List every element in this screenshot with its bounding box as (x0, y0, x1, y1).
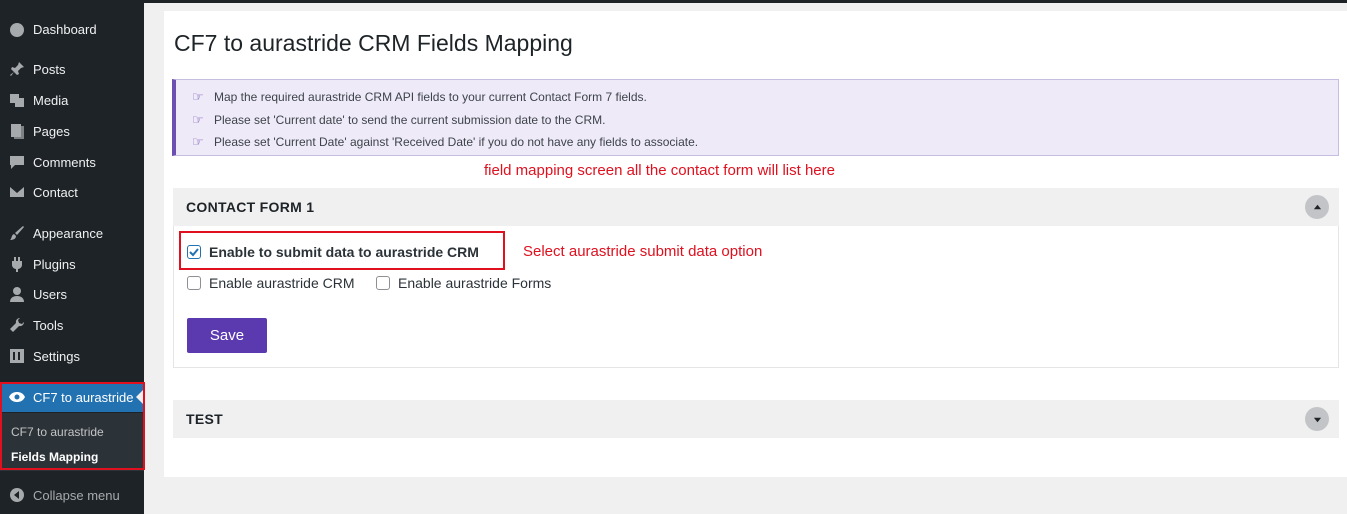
collapse-toggle-button[interactable] (1305, 195, 1329, 219)
menu-cf7-aurastride[interactable]: CF7 to aurastride (0, 382, 144, 412)
user-icon (8, 285, 26, 303)
menu-label: Plugins (33, 256, 76, 272)
menu-label: Comments (33, 154, 96, 170)
pointing-hand-icon: ☞ (192, 134, 204, 149)
annotation-top-note: field mapping screen all the contact for… (484, 162, 835, 179)
pages-icon (8, 122, 26, 140)
option-enable-crm[interactable]: Enable aurastride CRM (187, 275, 355, 291)
mail-icon (8, 183, 26, 201)
menu-label: Users (33, 286, 67, 302)
menu-label: Settings (33, 348, 80, 364)
active-arrow-indicator (136, 389, 144, 405)
info-notice: ☞ Map the required aurastride CRM API fi… (172, 79, 1339, 156)
submenu: CF7 to aurastride Fields Mapping (0, 413, 144, 471)
pointing-hand-icon: ☞ (192, 112, 204, 127)
menu-comments[interactable]: Comments (0, 147, 144, 177)
media-icon (8, 91, 26, 109)
eye-icon (8, 388, 26, 406)
submenu-cf7-aurastride[interactable]: CF7 to aurastride (11, 425, 104, 439)
dashboard-icon (8, 20, 26, 38)
accordion-contact-form-1[interactable]: CONTACT FORM 1 (173, 188, 1339, 226)
wrench-icon (8, 316, 26, 334)
accordion-test[interactable]: TEST (173, 400, 1339, 438)
collapse-label: Collapse menu (33, 487, 120, 503)
notice-line: ☞ Map the required aurastride CRM API fi… (192, 89, 647, 105)
notice-text: Please set 'Current date' to send the cu… (214, 113, 606, 127)
enable-forms-label: Enable aurastride Forms (398, 275, 552, 291)
menu-label: CF7 to aurastride (33, 389, 134, 405)
option-enable-forms[interactable]: Enable aurastride Forms (376, 275, 551, 291)
enable-crm-checkbox[interactable] (187, 276, 201, 290)
settings-icon (8, 347, 26, 365)
submit-data-label: Enable to submit data to aurastride CRM (209, 244, 479, 260)
menu-settings[interactable]: Settings (0, 341, 144, 371)
admin-sidebar: Dashboard Posts Media Pages Comments Con… (0, 0, 145, 514)
menu-label: Contact (33, 184, 78, 200)
option-submit-data[interactable]: Enable to submit data to aurastride CRM (187, 244, 479, 260)
pointing-hand-icon: ☞ (192, 89, 204, 104)
enable-forms-checkbox[interactable] (376, 276, 390, 290)
menu-appearance[interactable]: Appearance (0, 218, 144, 248)
chevron-down-icon (1313, 417, 1321, 422)
admin-top-bar (144, 0, 1347, 3)
menu-tools[interactable]: Tools (0, 310, 144, 340)
expand-toggle-button[interactable] (1305, 407, 1329, 431)
checkmark-icon (189, 248, 199, 257)
menu-label: Posts (33, 61, 66, 77)
submenu-fields-mapping[interactable]: Fields Mapping (11, 450, 98, 464)
submit-data-checkbox[interactable] (187, 245, 201, 259)
menu-pages[interactable]: Pages (0, 116, 144, 146)
menu-label: Dashboard (33, 21, 97, 37)
notice-line: ☞ Please set 'Current date' to send the … (192, 112, 605, 128)
accordion-title: CONTACT FORM 1 (186, 199, 315, 215)
save-button[interactable]: Save (187, 318, 267, 353)
collapse-arrow-icon (8, 486, 26, 504)
page-title: CF7 to aurastride CRM Fields Mapping (174, 30, 573, 56)
accordion-title: TEST (186, 411, 223, 427)
menu-label: Pages (33, 123, 70, 139)
menu-dashboard[interactable]: Dashboard (0, 14, 144, 44)
menu-contact[interactable]: Contact (0, 177, 144, 207)
notice-text: Map the required aurastride CRM API fiel… (214, 90, 647, 104)
menu-label: Tools (33, 317, 64, 333)
collapse-menu-button[interactable]: Collapse menu (0, 480, 144, 510)
comment-icon (8, 153, 26, 171)
annotation-checkbox-note: Select aurastride submit data option (523, 243, 763, 260)
menu-media[interactable]: Media (0, 85, 144, 115)
plugin-icon (8, 255, 26, 273)
menu-label: Media (33, 92, 69, 108)
enable-crm-label: Enable aurastride CRM (209, 275, 355, 291)
notice-text: Please set 'Current Date' against 'Recei… (214, 135, 699, 149)
menu-posts[interactable]: Posts (0, 54, 144, 84)
brush-icon (8, 224, 26, 242)
menu-users[interactable]: Users (0, 279, 144, 309)
menu-label: Appearance (33, 225, 104, 241)
pin-icon (8, 60, 26, 78)
notice-line: ☞ Please set 'Current Date' against 'Rec… (192, 134, 698, 150)
menu-plugins[interactable]: Plugins (0, 249, 144, 279)
chevron-up-icon (1313, 204, 1321, 209)
